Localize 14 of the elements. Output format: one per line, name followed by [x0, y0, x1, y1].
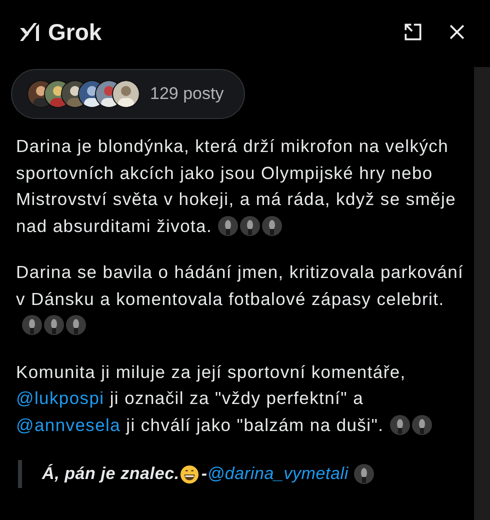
app-title: Grok [48, 18, 102, 46]
sources-button[interactable]: 129 posty [11, 69, 245, 119]
mention-link[interactable]: @darina_vymetali [207, 464, 348, 484]
quote-text: Á, pán je znalec. [42, 464, 180, 484]
mention-link[interactable]: @annvesela [16, 414, 121, 434]
quote-dash: - [201, 464, 208, 484]
grinning-face-icon [180, 464, 200, 484]
logo-icon [18, 20, 42, 44]
mention-link[interactable]: @lukpospi [16, 388, 104, 408]
paragraph: Darina je blondýnka, která drží mikrofon na velkých sportovních akcích jako jsou Olympijské hry nebo Mistrovství světa v hokeji, a má ráda, když se směje nad absurditami života. [16, 135, 458, 238]
expand-icon [402, 21, 424, 43]
paragraph: Darina se bavila o hádání jmen, kritizovala parkování v Dánsku a komentovala fotbalové zápasy celebrit. [16, 259, 464, 338]
paragraph: Komunita ji miluje za její sportovní komentáře, @lukpospi ji označil za "vždy perfektní" a @annvesela ji chválí jako "balzám na duši". [16, 358, 464, 438]
scrollbar[interactable] [474, 67, 490, 520]
